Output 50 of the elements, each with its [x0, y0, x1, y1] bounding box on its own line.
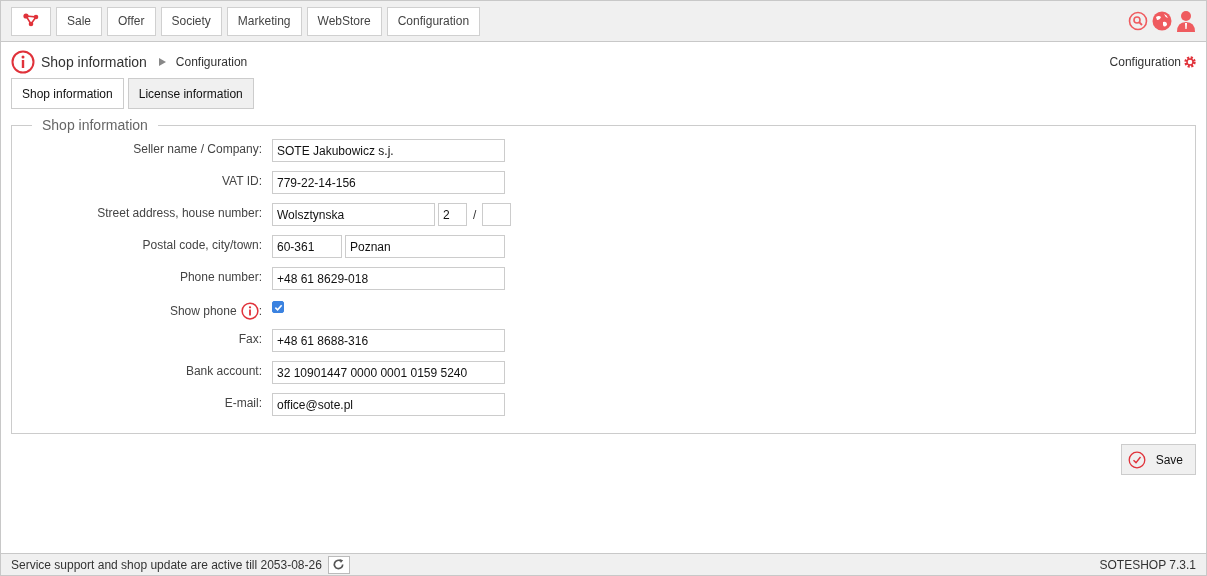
breadcrumb-arrow-icon	[158, 58, 166, 66]
field-label: Fax:	[238, 332, 262, 346]
street-field[interactable]: Wolsztynska	[272, 203, 435, 226]
field-label: Phone number:	[179, 270, 262, 284]
field-label: Postal code, city/town:	[142, 238, 262, 252]
section-title: Shop information	[41, 117, 149, 133]
field-label: Show phone	[169, 304, 237, 318]
city-field[interactable]: Poznan	[345, 235, 505, 258]
page-title: Shop information	[41, 54, 147, 70]
text-field[interactable]: 32 10901447 0000 0001 0159 5240	[272, 361, 505, 384]
tab[interactable]: Shop information	[11, 78, 124, 109]
text-field[interactable]: SOTE Jakubowicz s.j.	[272, 139, 505, 162]
info-icon	[240, 302, 259, 320]
configuration-link[interactable]: Configuration	[1109, 55, 1196, 69]
field-label: E-mail:	[224, 396, 262, 410]
menu-button[interactable]: Sale	[56, 6, 103, 36]
field-label: Bank account:	[185, 364, 262, 378]
search-icon[interactable]	[1128, 11, 1148, 31]
postal-code-field[interactable]: 60-361	[272, 235, 342, 258]
breadcrumb-link[interactable]: Configuration	[175, 55, 248, 69]
globe-icon[interactable]	[1152, 11, 1172, 31]
house-number-field[interactable]: 2	[438, 203, 467, 226]
menu-button[interactable]: Configuration	[386, 6, 481, 36]
text-field[interactable]: +48 61 8629-018	[272, 267, 505, 290]
menu-button[interactable]: Society	[160, 6, 222, 36]
status-message: Service support and shop update are active till 2053-08-26	[11, 557, 322, 572]
tab[interactable]: License information	[127, 78, 254, 109]
text-field[interactable]: office@sote.pl	[272, 393, 505, 416]
refresh-button[interactable]	[327, 555, 350, 574]
version-text: SOTESHOP 7.3.1	[1099, 557, 1196, 572]
menu-button[interactable]: WebStore	[306, 6, 382, 36]
logo-icon	[23, 12, 39, 27]
save-button[interactable]: Save	[1120, 444, 1196, 475]
user-icon[interactable]	[1176, 10, 1196, 32]
text-field[interactable]: +48 61 8688-316	[272, 329, 505, 352]
logo-button[interactable]	[11, 6, 51, 36]
field-label: VAT ID:	[222, 174, 262, 188]
text-field[interactable]: 779-22-14-156	[272, 171, 505, 194]
checkmark-icon	[1127, 450, 1146, 469]
info-icon	[11, 50, 35, 74]
field-label: Seller name / Company:	[133, 142, 262, 156]
menu-button[interactable]: Marketing	[226, 6, 302, 36]
colon-text: :	[258, 304, 262, 318]
gear-icon	[1184, 56, 1196, 68]
refresh-icon	[332, 558, 346, 571]
checkbox[interactable]	[272, 301, 284, 313]
separator-text: /	[472, 207, 478, 222]
field-label: Street address, house number:	[97, 206, 262, 220]
apartment-field[interactable]	[482, 203, 512, 226]
menu-button[interactable]: Offer	[107, 6, 156, 36]
